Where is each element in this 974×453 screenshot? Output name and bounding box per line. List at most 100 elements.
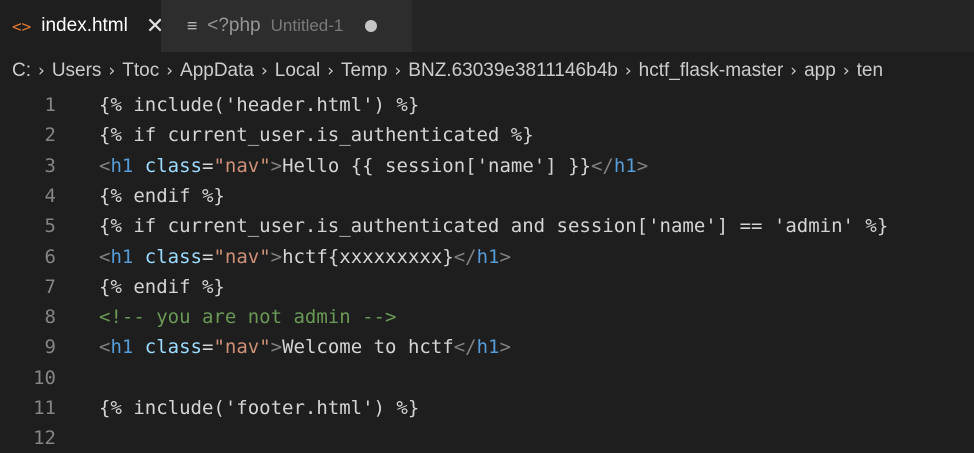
code-token: h1 [110,245,134,268]
code-token: Welcome to hctf [282,336,454,359]
line-number: 8 [44,306,56,329]
code-line[interactable]: 10 [0,363,974,393]
tab-label: <?php [207,15,261,36]
chevron-right-icon: › [38,61,45,81]
breadcrumb-item[interactable]: ten [857,60,883,82]
line-number: 9 [44,336,56,359]
chevron-right-icon: › [842,61,850,81]
line-number: 7 [44,275,56,298]
code-token: {% include('header.html') %} [99,94,420,116]
line-number: 6 [44,245,56,268]
code-token: </ [453,336,477,359]
code-token: = [202,154,214,177]
code-token: > [636,154,649,177]
code-line[interactable]: 12 [0,423,974,453]
code-token: {% include('footer.html') %} [99,397,420,419]
code-token: class [144,336,202,359]
line-number: 4 [44,184,56,207]
line-number: 3 [44,154,56,177]
chevron-right-icon: › [327,61,335,81]
code-line[interactable]: 4 {% endif %} [0,181,974,211]
code-line[interactable]: 9 <h1 class="nav">Welcome to hctf</h1> [0,332,974,362]
code-token: Hello {{ session['name'] }} [282,154,591,177]
code-token: h1 [476,336,500,359]
code-line[interactable]: 6 <h1 class="nav">hctf{xxxxxxxxx}</h1> [0,242,974,272]
code-line[interactable]: 2 {% if current_user.is_authenticated %} [0,120,974,150]
unsaved-dot-icon[interactable] [365,20,378,32]
code-token: = [202,336,214,359]
html-file-icon: <> [12,16,32,36]
line-number: 1 [44,94,56,116]
code-token: {% if current_user.is_authenticated and … [99,215,889,238]
code-token: h1 [110,154,134,177]
text-file-icon: ≡ [187,16,198,36]
code-token: </ [453,245,477,268]
line-number: 2 [44,124,56,147]
code-token: < [99,336,111,359]
code-text: <h1 class="nav">hctf{xxxxxxxxx}</h1> [99,242,511,272]
chevron-right-icon: › [108,61,116,81]
code-token: "nav" [213,245,271,268]
code-token: "nav" [213,336,271,359]
tab-label: index.html [41,15,128,36]
code-text: <!-- you are not admin --> [99,302,396,332]
code-text: <h1 class="nav">Welcome to hctf</h1> [99,332,511,362]
line-number: 11 [33,397,56,419]
chevron-right-icon: › [790,61,798,81]
code-token: > [499,336,511,359]
breadcrumb-item[interactable]: BNZ.63039e3811146b4b [408,60,618,82]
code-line[interactable]: 5 {% if current_user.is_authenticated and… [0,211,974,241]
chevron-right-icon: › [260,61,268,81]
code-text: {% if current_user.is_authenticated %} [99,120,534,150]
code-line[interactable]: 8 <!-- you are not admin --> [0,302,974,332]
code-text: {% if current_user.is_authenticated and … [99,211,888,241]
breadcrumb-item[interactable]: Temp [341,60,387,82]
chevron-right-icon: › [166,61,174,81]
breadcrumb-item[interactable]: Local [275,60,320,82]
code-token: h1 [613,154,637,177]
code-editor[interactable]: 1 {% include('header.html') %} 2 {% if curr… [0,90,974,449]
chevron-right-icon: › [394,61,402,81]
code-token: {% if current_user.is_authenticated %} [99,124,534,147]
code-token: < [99,245,111,268]
line-number: 12 [33,427,56,450]
code-token: > [270,154,283,177]
code-token: class [144,245,202,268]
code-line[interactable]: 3 <h1 class="nav">Hello {{ session['name'… [0,151,974,181]
code-line[interactable]: 1 {% include('header.html') %} [0,90,974,120]
breadcrumb-item[interactable]: Users [52,60,102,82]
breadcrumb-item[interactable]: app [804,60,836,82]
breadcrumb-item[interactable]: Ttoc [122,60,159,82]
breadcrumb-item[interactable]: AppData [180,60,254,82]
chevron-right-icon: › [624,61,632,81]
tab-untitled-1[interactable]: ≡ <?php Untitled-1 [161,0,412,52]
code-text: {% endif %} [99,272,225,302]
breadcrumb: C: › Users › Ttoc › AppData › Local › Temp › BNZ.630… [0,52,974,90]
code-text: {% include('footer.html') %} [99,393,419,423]
code-token: {% endif %} [99,184,225,207]
code-token: class [144,154,202,177]
code-token: "nav" [213,154,271,177]
code-token: </ [590,154,614,177]
code-token: {% endif %} [99,275,225,298]
breadcrumb-item[interactable]: C: [12,60,31,82]
breadcrumb-item[interactable]: hctf_flask-master [639,60,784,82]
code-token: > [499,245,511,268]
tab-description: Untitled-1 [270,16,344,35]
code-line[interactable]: 7 {% endif %} [0,272,974,302]
tab-bar: <> index.html ✕ ≡ <?php Untitled-1 [0,0,974,52]
code-text: {% endif %} [99,181,225,211]
code-token: = [202,245,214,268]
code-token: h1 [476,245,500,268]
tab-index-html[interactable]: <> index.html ✕ [0,0,164,52]
code-text: <h1 class="nav">Hello {{ session['name']… [99,151,648,181]
code-token: hctf{xxxxxxxxx} [282,245,454,268]
line-number: 10 [33,366,56,389]
code-token: > [270,336,283,359]
code-token: h1 [110,336,134,359]
code-line[interactable]: 11 {% include('footer.html') %} [0,393,974,423]
line-number: 5 [44,215,56,238]
